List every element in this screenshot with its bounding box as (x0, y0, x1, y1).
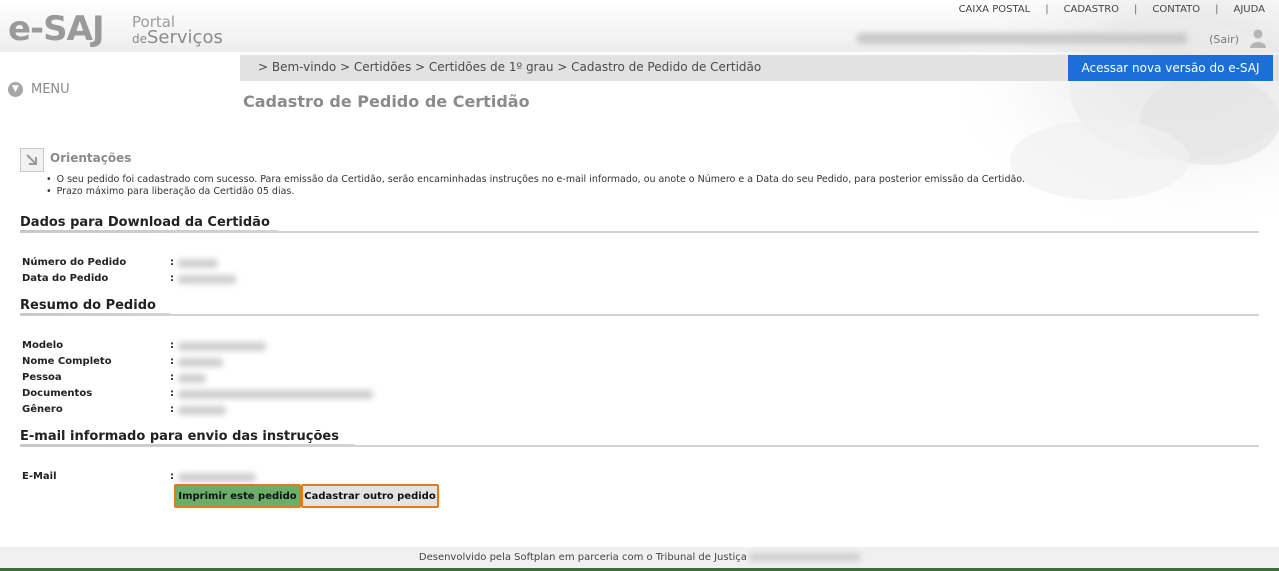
section-title-summary: Resumo do Pedido (20, 298, 156, 313)
field-label: E-Mail (22, 471, 57, 482)
section-title-email: E-mail informado para envio das instruçõ… (20, 429, 339, 444)
field-label: Modelo (22, 340, 64, 351)
field-label: Documentos (22, 388, 93, 399)
field-label: Gênero (22, 404, 63, 415)
chevron-down-icon: ▼ (8, 82, 23, 97)
field-value-redacted (178, 473, 256, 482)
field-label: Nome Completo (22, 356, 112, 367)
new-version-button[interactable]: Acessar nova versão do e-SAJ (1068, 55, 1273, 81)
field-value-redacted (178, 406, 226, 415)
field-colon: : (170, 404, 174, 415)
logo-servicos-text: deServiços (132, 28, 223, 49)
field-label: Pessoa (22, 372, 62, 383)
field-label: Data do Pedido (22, 273, 109, 284)
logo-servicos-word: Serviços (147, 27, 223, 48)
section-divider (20, 314, 1259, 316)
section-divider-accent (20, 444, 355, 447)
field-colon: : (170, 471, 174, 482)
esaj-logo[interactable]: e-SAJ (8, 9, 105, 50)
menu-label: MENU (31, 82, 70, 97)
field-value-redacted (178, 342, 266, 351)
field-value-redacted (178, 259, 218, 268)
field-value-redacted (178, 358, 223, 367)
field-value-redacted (178, 275, 236, 284)
field-colon: : (170, 273, 174, 284)
orientations-list: O seu pedido foi cadastrado com sucesso.… (46, 174, 1025, 198)
field-label: Número do Pedido (22, 257, 127, 268)
field-value-redacted (178, 390, 373, 399)
field-colon: : (170, 372, 174, 383)
field-value-redacted (178, 374, 206, 383)
link-contato[interactable]: CONTATO (1152, 4, 1200, 15)
print-order-button[interactable]: Imprimir este pedido (174, 484, 301, 508)
footer-text: Desenvolvido pela Softplan em parceria c… (418, 552, 747, 563)
user-icon[interactable] (1249, 28, 1267, 48)
link-cadastro[interactable]: CADASTRO (1064, 4, 1119, 15)
orientations-title: Orientações (50, 151, 132, 165)
list-item: Prazo máximo para liberação da Certidão … (46, 186, 1025, 198)
field-colon: : (170, 340, 174, 351)
field-colon: : (170, 356, 174, 367)
page-title: Cadastro de Pedido de Certidão (243, 92, 530, 111)
list-item: O seu pedido foi cadastrado com sucesso.… (46, 174, 1025, 186)
link-separator: | (1215, 4, 1219, 15)
field-colon: : (170, 257, 174, 268)
link-separator: | (1045, 4, 1049, 15)
section-title-download: Dados para Download da Certidão (20, 215, 270, 230)
section-divider-accent (20, 313, 170, 316)
link-separator: | (1134, 4, 1138, 15)
section-divider-accent (20, 230, 278, 233)
logo-de-text: de (132, 32, 147, 46)
field-colon: : (170, 388, 174, 399)
logo-esaj-text: e-SAJ (8, 9, 105, 49)
arrow-down-right-icon (20, 148, 44, 172)
new-order-button[interactable]: Cadastrar outro pedido (301, 484, 439, 508)
breadcrumb[interactable]: > Bem-vindo > Certidões > Certidões de 1… (258, 60, 761, 74)
menu-toggle[interactable]: ▼ MENU (8, 82, 70, 97)
logout-link[interactable]: (Sair) (1209, 33, 1239, 46)
link-ajuda[interactable]: AJUDA (1234, 4, 1265, 15)
user-info-redacted (857, 33, 1187, 44)
footer-redacted (750, 553, 861, 561)
link-caixa-postal[interactable]: CAIXA POSTAL (959, 4, 1031, 15)
footer: Desenvolvido pela Softplan em parceria c… (0, 547, 1279, 568)
top-links: CAIXA POSTAL | CADASTRO | CONTATO | AJUD… (959, 4, 1265, 15)
